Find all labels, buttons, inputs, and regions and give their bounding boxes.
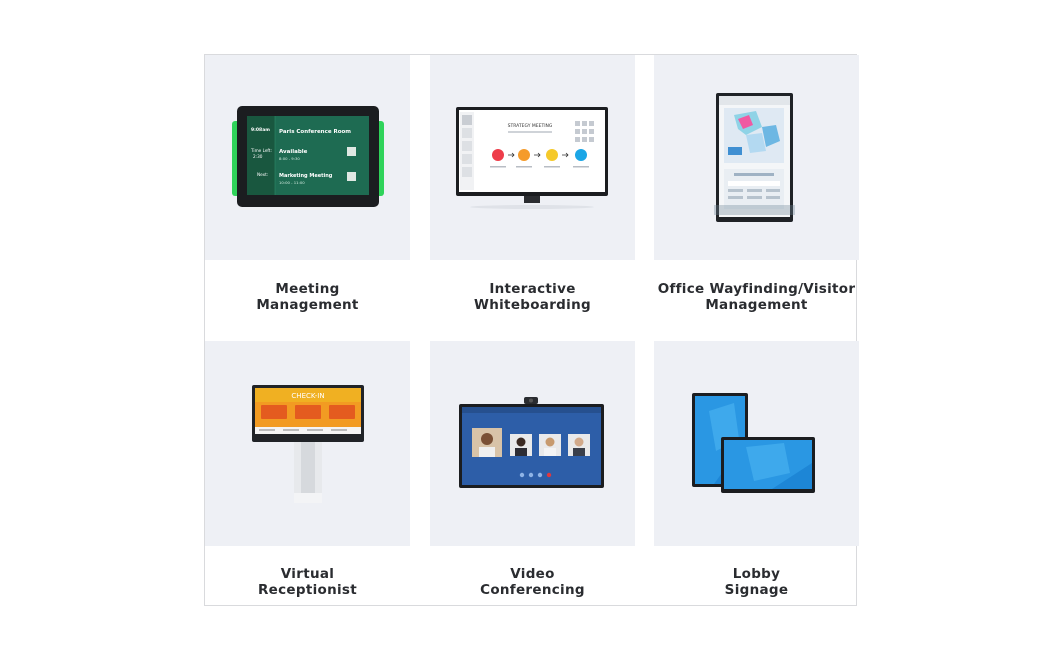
card-virtual-receptionist[interactable]: CHECK-IN Virtual Receptionist: [205, 341, 410, 607]
lobby-signage-image: [654, 341, 859, 546]
virtual-receptionist-image: CHECK-IN: [205, 341, 410, 546]
card-interactive-whiteboarding[interactable]: STRATEGY MEETING Interactive Whiteboardi: [430, 55, 635, 341]
card-office-wayfinding[interactable]: Office Wayfinding/Visitor Management: [654, 55, 859, 341]
office-wayfinding-image: [654, 55, 859, 260]
tablet-status: Available: [279, 149, 308, 155]
tablet-next-label: Next:: [257, 172, 268, 177]
card-video-conferencing[interactable]: Video Conferencing: [430, 341, 635, 607]
whiteboard-heading: STRATEGY MEETING: [508, 123, 553, 129]
card-title-interactive-whiteboarding: Interactive Whiteboarding: [474, 281, 591, 313]
tablet-status-time: 8:00 - 9:30: [279, 156, 300, 161]
card-lobby-signage[interactable]: Lobby Signage: [654, 341, 859, 607]
card-title-virtual-receptionist: Virtual Receptionist: [257, 566, 358, 598]
tablet-room-name: Paris Conference Room: [279, 129, 351, 135]
video-conferencing-image: [430, 341, 635, 546]
interactive-whiteboarding-image: STRATEGY MEETING: [430, 55, 635, 260]
tablet-next-time: 10:00 - 11:00: [279, 180, 305, 185]
tablet-next-meeting: Marketing Meeting: [279, 173, 333, 179]
card-title-lobby-signage: Lobby Signage: [724, 566, 789, 598]
tablet-time-left-value: 2:30: [253, 154, 263, 159]
meeting-management-image: 9:08am Paris Conference Room Time Left: …: [205, 55, 410, 260]
solutions-grid: 9:08am Paris Conference Room Time Left: …: [204, 54, 859, 607]
card-title-office-wayfinding: Office Wayfinding/Visitor Management: [657, 281, 856, 313]
tablet-time-left-label: Time Left:: [250, 148, 272, 153]
tablet-time: 9:08am: [251, 127, 270, 133]
card-title-meeting-management: Meeting Management: [256, 281, 359, 313]
card-title-video-conferencing: Video Conferencing: [480, 566, 585, 598]
card-meeting-management[interactable]: 9:08am Paris Conference Room Time Left: …: [205, 55, 410, 341]
kiosk-heading: CHECK-IN: [291, 392, 324, 400]
